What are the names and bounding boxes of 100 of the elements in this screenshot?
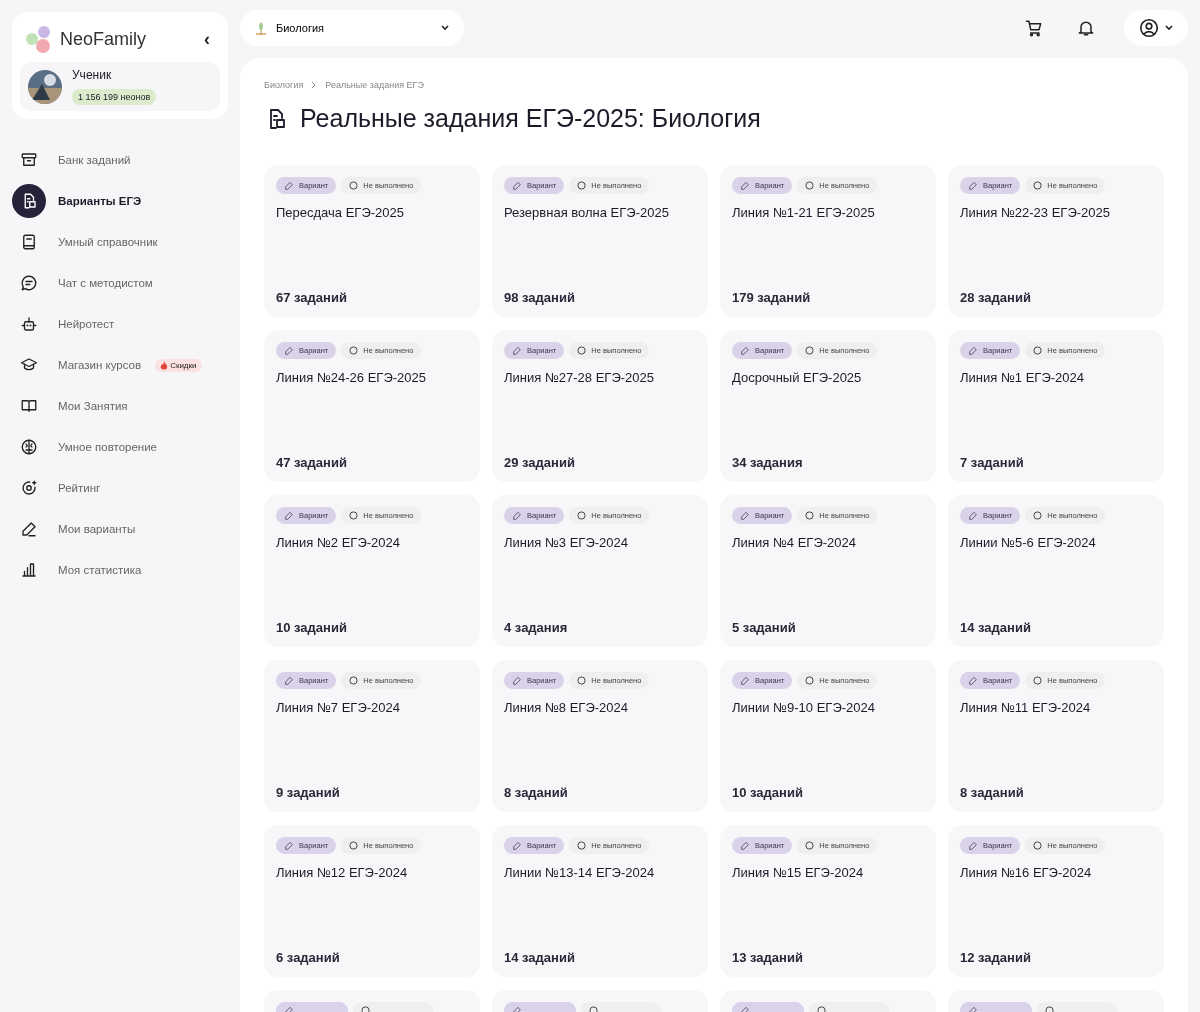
circle-icon xyxy=(805,841,815,850)
circle-icon xyxy=(577,841,587,850)
nav-item[interactable]: Умное повторение xyxy=(12,430,228,464)
pencil-icon xyxy=(740,180,750,191)
circle-icon xyxy=(805,676,815,685)
pencil-icon xyxy=(968,840,978,851)
task-count: 12 заданий xyxy=(960,950,1032,965)
card-title: Линия №16 ЕГЭ-2024 xyxy=(960,865,1093,882)
pencil-icon xyxy=(284,1005,294,1012)
card-title: Линия №12 ЕГЭ-2024 xyxy=(276,865,409,882)
pencil-icon xyxy=(968,675,978,686)
task-count: 67 заданий xyxy=(276,290,348,305)
pencil-icon xyxy=(968,180,978,191)
logo-text: NeoFamily xyxy=(60,28,148,50)
nav-item[interactable]: Банк заданий xyxy=(12,143,228,177)
pencil-icon xyxy=(284,840,294,851)
nav-item[interactable]: Нейротест xyxy=(12,307,228,341)
pencil-icon xyxy=(740,840,750,851)
user-name: Ученик xyxy=(72,68,113,82)
nav-item[interactable]: Мои варианты xyxy=(12,512,228,546)
breadcrumb-link[interactable]: Биология xyxy=(264,80,304,90)
task-count: 6 заданий xyxy=(276,950,341,965)
nav-item[interactable]: Умный справочник xyxy=(12,225,228,259)
circle-icon xyxy=(577,511,587,520)
pencil-icon xyxy=(740,675,750,686)
card-title: Линия №15 ЕГЭ-2024 xyxy=(732,865,865,882)
collapse-button[interactable]: ‹ xyxy=(200,28,214,50)
nav-item[interactable]: Мои Занятия xyxy=(12,389,228,423)
nav-item[interactable]: Чат с методистом xyxy=(12,266,228,300)
circle-icon xyxy=(349,511,359,520)
chevron-down-icon xyxy=(440,23,450,33)
box-icon xyxy=(20,151,38,169)
card-title: Линия №1-21 ЕГЭ-2025 xyxy=(732,205,876,222)
card-title: Линия №2 ЕГЭ-2024 xyxy=(276,535,401,552)
task-count: 34 задания xyxy=(732,455,804,470)
circle-icon xyxy=(805,511,815,520)
chevron-right-icon xyxy=(311,81,318,89)
task-count: 10 заданий xyxy=(732,785,804,800)
pencil-icon xyxy=(968,510,978,521)
open-book-icon xyxy=(20,397,38,415)
chat-icon xyxy=(20,274,38,292)
task-count: 13 заданий xyxy=(732,950,804,965)
task-count: 98 заданий xyxy=(504,290,576,305)
nav-item[interactable]: Моя статистика xyxy=(12,553,228,587)
pencil-icon xyxy=(512,510,522,521)
card-title: Линии №9-10 ЕГЭ-2024 xyxy=(732,700,876,717)
card-title: Линия №11 ЕГЭ-2024 xyxy=(960,700,1092,717)
sprout-icon xyxy=(254,20,268,36)
brain-icon xyxy=(20,438,38,456)
breadcrumb-link[interactable]: Реальные задания ЕГЭ xyxy=(325,80,424,90)
pencil-icon xyxy=(20,520,38,538)
pencil-icon xyxy=(968,1005,978,1012)
card-title: Линия №4 ЕГЭ-2024 xyxy=(732,535,857,552)
pencil-icon xyxy=(512,675,522,686)
nav-item[interactable]: Варианты ЕГЭ xyxy=(12,184,228,218)
flame-icon xyxy=(160,360,169,370)
circle-icon xyxy=(805,346,815,355)
subject-select[interactable]: Биология xyxy=(240,10,464,46)
task-count: 5 заданий xyxy=(732,620,797,635)
card-title: Пересдача ЕГЭ-2025 xyxy=(276,205,405,222)
chevron-down-icon xyxy=(1164,23,1174,33)
robot-icon xyxy=(20,315,38,333)
task-count: 7 заданий xyxy=(960,455,1025,470)
card-title: Линия №3 ЕГЭ-2024 xyxy=(504,535,629,552)
card-title: Линия №24-26 ЕГЭ-2025 xyxy=(276,370,427,387)
circle-icon xyxy=(349,181,359,190)
book-icon xyxy=(20,233,38,251)
card-title: Линии №13-14 ЕГЭ-2024 xyxy=(504,865,656,882)
task-count: 4 задания xyxy=(504,620,569,635)
card-title: Линия №22-23 ЕГЭ-2025 xyxy=(960,205,1111,222)
circle-icon xyxy=(577,346,587,355)
profile-button[interactable] xyxy=(1124,10,1188,46)
nav-item[interactable]: Магазин курсов Скидки xyxy=(12,348,228,382)
pencil-icon xyxy=(284,345,294,356)
circle-icon xyxy=(349,841,359,850)
pencil-icon xyxy=(740,345,750,356)
pencil-icon xyxy=(740,510,750,521)
task-count: 14 заданий xyxy=(960,620,1032,635)
task-count: 9 заданий xyxy=(276,785,341,800)
circle-icon xyxy=(1033,841,1043,850)
task-count: 8 заданий xyxy=(960,785,1025,800)
bar-chart-icon xyxy=(20,561,38,579)
task-count: 28 заданий xyxy=(960,290,1032,305)
card-title: Резервная волна ЕГЭ-2025 xyxy=(504,205,670,222)
cart-icon xyxy=(1024,18,1044,38)
pencil-icon xyxy=(968,345,978,356)
circle-icon xyxy=(1033,181,1043,190)
task-count: 179 заданий xyxy=(732,290,812,305)
circle-icon xyxy=(349,676,359,685)
circle-icon xyxy=(1033,676,1043,685)
card-title: Линия №1 ЕГЭ-2024 xyxy=(960,370,1085,387)
circle-icon xyxy=(577,676,587,685)
pencil-icon xyxy=(284,180,294,191)
nav-item[interactable]: Рейтинг xyxy=(12,471,228,505)
page-title: Реальные задания ЕГЭ-2025: Биология xyxy=(300,104,761,133)
task-count: 8 заданий xyxy=(504,785,569,800)
task-count: 14 заданий xyxy=(504,950,576,965)
target-icon xyxy=(20,479,38,497)
circle-icon xyxy=(1033,511,1043,520)
card-title: Линии №5-6 ЕГЭ-2024 xyxy=(960,535,1097,552)
